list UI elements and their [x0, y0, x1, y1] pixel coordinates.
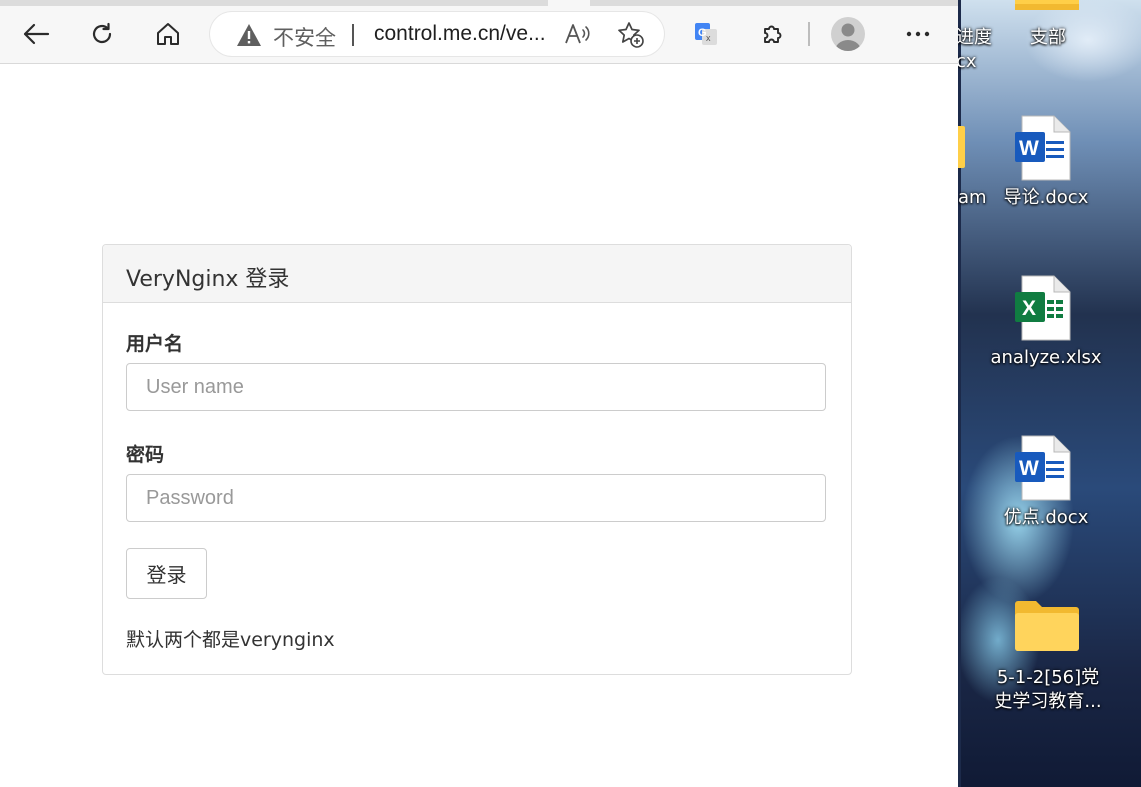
security-status-label[interactable]: 不安全	[273, 22, 336, 52]
desktop-item-label-line: cx	[958, 51, 977, 72]
username-label: 用户名	[126, 333, 184, 355]
excel-document-icon[interactable]: X	[1014, 275, 1072, 341]
translate-icon: G x	[695, 23, 717, 45]
read-aloud-icon[interactable]	[564, 22, 592, 46]
desktop-item-label-line: 进度	[958, 27, 992, 48]
window-edge	[958, 0, 961, 787]
username-input[interactable]	[126, 363, 826, 411]
browser-window: 不安全 control.me.cn/ve... G x VeryNginx 登录…	[0, 0, 958, 787]
back-arrow-icon	[23, 23, 50, 45]
translate-button[interactable]: G x	[686, 14, 726, 54]
folder-icon[interactable]	[1014, 598, 1080, 652]
folder-icon[interactable]	[1014, 0, 1080, 12]
svg-text:X: X	[1022, 297, 1036, 320]
warning-icon[interactable]	[236, 23, 262, 47]
address-bar[interactable]: 不安全 control.me.cn/ve...	[210, 12, 664, 56]
desktop-item-daolun-docx[interactable]: 导论.docx	[998, 186, 1094, 210]
password-label: 密码	[126, 444, 165, 466]
desktop-item-analyze-xlsx[interactable]: analyze.xlsx	[990, 346, 1102, 370]
desktop-item-youdian-docx[interactable]: 优点.docx	[998, 506, 1094, 530]
back-button[interactable]	[16, 14, 56, 54]
refresh-button[interactable]	[82, 14, 122, 54]
login-panel-heading: VeryNginx 登录	[103, 245, 851, 303]
active-tab-edge[interactable]	[548, 0, 590, 6]
toolbar-separator	[808, 22, 810, 46]
desktop-item-dangshi-folder[interactable]: 5-1-2[56]党 史学习教育...	[988, 666, 1108, 714]
svg-text:W: W	[1019, 137, 1039, 160]
extensions-button[interactable]	[753, 14, 793, 54]
desktop-item-am[interactable]: am	[958, 186, 998, 210]
more-options-button[interactable]	[898, 14, 938, 54]
password-input[interactable]	[126, 474, 826, 522]
login-button[interactable]: 登录	[126, 548, 207, 599]
svg-text:W: W	[1019, 457, 1039, 480]
login-panel: VeryNginx 登录 用户名 密码 登录 默认两个都是verynginx	[102, 244, 852, 675]
puzzle-icon	[764, 25, 782, 43]
desktop-item-label[interactable]: 进度 cx	[958, 26, 996, 74]
add-favorite-icon[interactable]	[617, 21, 645, 49]
more-horizontal-icon	[906, 31, 930, 37]
user-avatar-icon	[835, 23, 861, 51]
default-credentials-hint: 默认两个都是verynginx	[126, 629, 335, 651]
desktop-item-label-line: 5-1-2[56]党	[996, 667, 1100, 688]
desktop-item-label-line: 史学习教育...	[994, 691, 1102, 712]
tab-strip	[0, 0, 958, 6]
word-document-icon[interactable]: W	[1014, 115, 1072, 181]
browser-toolbar: 不安全 control.me.cn/ve... G x	[0, 0, 958, 64]
address-divider	[352, 24, 354, 46]
home-button[interactable]	[148, 14, 188, 54]
profile-avatar[interactable]	[831, 17, 865, 51]
desktop-item-zhibu[interactable]: 支部	[1008, 26, 1088, 50]
home-icon	[157, 23, 179, 45]
desktop-wallpaper: 进度 cx 支部 am W 导论.docx X analyze.xlsx W 优…	[958, 0, 1141, 787]
word-document-icon[interactable]: W	[1014, 435, 1072, 501]
url-text[interactable]: control.me.cn/ve...	[374, 22, 554, 46]
svg-text:x: x	[706, 33, 711, 43]
refresh-icon	[92, 22, 112, 44]
login-panel-title: VeryNginx 登录	[126, 267, 290, 292]
folder-icon[interactable]	[958, 126, 968, 170]
